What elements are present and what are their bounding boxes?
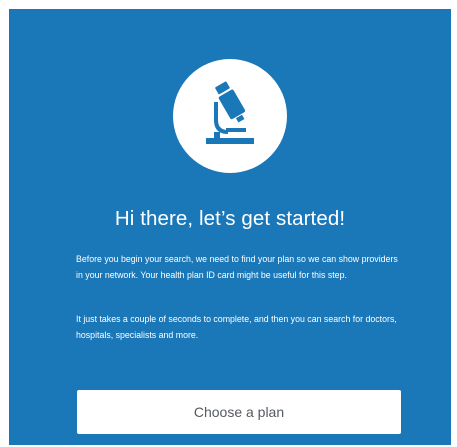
intro-paragraph: Before you begin your search, we need to… (76, 254, 398, 280)
onboarding-panel: Hi there, let’s get started! Before you … (9, 9, 451, 445)
microscope-icon (206, 81, 254, 144)
info-paragraph: It just takes a couple of seconds to com… (76, 314, 397, 340)
choose-plan-button[interactable]: Choose a plan (77, 390, 401, 434)
hero-circle (173, 59, 287, 173)
page-title: Hi there, let’s get started! (114, 207, 346, 230)
